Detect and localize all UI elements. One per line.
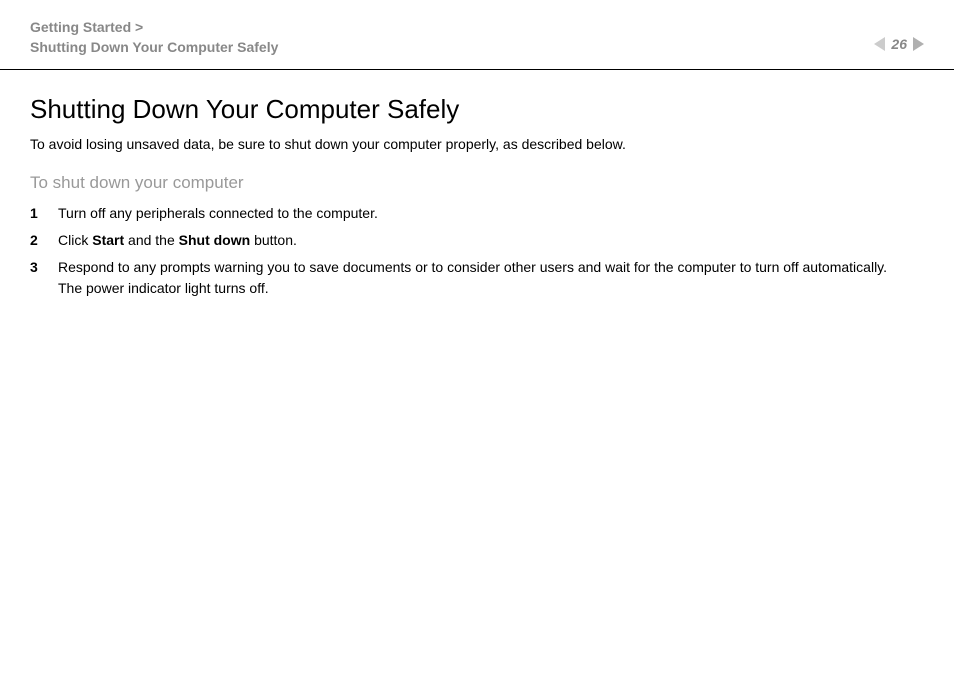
step-text: Click Start and the Shut down button.: [58, 230, 924, 251]
nav-next-icon[interactable]: [913, 37, 924, 51]
step-item: 2 Click Start and the Shut down button.: [30, 230, 924, 251]
intro-text: To avoid losing unsaved data, be sure to…: [30, 135, 924, 155]
step-number: 2: [30, 230, 58, 251]
step-item: 3 Respond to any prompts warning you to …: [30, 257, 924, 299]
page-content: Shutting Down Your Computer Safely To av…: [0, 70, 954, 329]
step-number: 3: [30, 257, 58, 299]
page-title: Shutting Down Your Computer Safely: [30, 94, 924, 125]
step-number: 1: [30, 203, 58, 224]
step-text: Respond to any prompts warning you to sa…: [58, 257, 924, 299]
step-item: 1 Turn off any peripherals connected to …: [30, 203, 924, 224]
breadcrumb: Getting Started > Shutting Down Your Com…: [30, 18, 278, 57]
breadcrumb-line2: Shutting Down Your Computer Safely: [30, 38, 278, 58]
section-heading: To shut down your computer: [30, 173, 924, 193]
nav-prev-icon[interactable]: [874, 37, 885, 51]
breadcrumb-line1: Getting Started >: [30, 18, 278, 38]
page-nav: 26: [874, 36, 924, 52]
steps-list: 1 Turn off any peripherals connected to …: [30, 203, 924, 299]
step-text: Turn off any peripherals connected to th…: [58, 203, 924, 224]
page-header: Getting Started > Shutting Down Your Com…: [0, 0, 954, 70]
page-number: 26: [891, 36, 907, 52]
